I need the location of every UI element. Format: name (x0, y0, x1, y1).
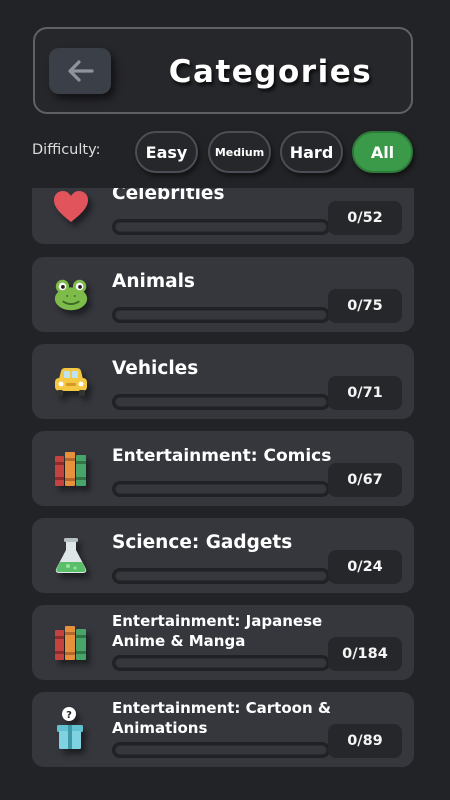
category-card-vehicles[interactable]: Vehicles 0/71 (32, 344, 414, 419)
category-card-celebrities[interactable]: Celebrities 0/52 (32, 188, 414, 244)
progress-bar (112, 481, 330, 497)
books-icon (52, 623, 90, 663)
difficulty-medium-button[interactable]: Medium (208, 131, 271, 173)
mystery-box-icon: ? (52, 706, 90, 752)
header-bar: Categories (33, 27, 413, 114)
progress-bar (112, 655, 330, 671)
flask-icon (52, 536, 90, 576)
category-name: Entertainment: Japanese Anime & Manga (112, 612, 323, 650)
page-title: Categories (168, 54, 373, 90)
progress-bar (112, 219, 330, 235)
progress-count: 0/24 (328, 550, 402, 584)
category-list[interactable]: Celebrities 0/52 Animals 0/75 Vehicles 0… (0, 188, 450, 800)
back-button[interactable] (49, 48, 111, 94)
progress-count: 0/75 (328, 289, 402, 323)
svg-text:?: ? (66, 710, 72, 721)
books-icon (52, 449, 90, 489)
category-name: Animals (112, 271, 195, 292)
progress-count: 0/71 (328, 376, 402, 410)
progress-count: 0/67 (328, 463, 402, 497)
category-name: Entertainment: Cartoon & Animations (112, 699, 331, 737)
category-card-entertainment-comics[interactable]: Entertainment: Comics 0/67 (32, 431, 414, 506)
category-name: Entertainment: Comics (112, 446, 332, 466)
difficulty-label: Difficulty: (32, 142, 101, 158)
category-card-science-gadgets[interactable]: Science: Gadgets 0/24 (32, 518, 414, 593)
progress-bar (112, 394, 330, 410)
category-name: Science: Gadgets (112, 532, 293, 553)
car-icon (52, 362, 90, 402)
progress-bar (112, 307, 330, 323)
arrow-left-icon (68, 60, 94, 82)
progress-count: 0/52 (328, 201, 402, 235)
progress-count: 0/184 (328, 637, 402, 671)
heart-icon (52, 188, 90, 227)
difficulty-hard-button[interactable]: Hard (280, 131, 343, 173)
frog-icon (52, 275, 90, 315)
difficulty-all-button[interactable]: All (352, 131, 413, 173)
progress-bar (112, 568, 330, 584)
difficulty-easy-button[interactable]: Easy (135, 131, 198, 173)
category-card-entertainment-cartoon[interactable]: ? Entertainment: Cartoon & Animations 0/… (32, 692, 414, 767)
progress-count: 0/89 (328, 724, 402, 758)
category-name: Celebrities (112, 188, 225, 204)
category-card-animals[interactable]: Animals 0/75 (32, 257, 414, 332)
progress-bar (112, 742, 330, 758)
category-card-entertainment-anime-manga[interactable]: Entertainment: Japanese Anime & Manga 0/… (32, 605, 414, 680)
category-name: Vehicles (112, 358, 199, 379)
